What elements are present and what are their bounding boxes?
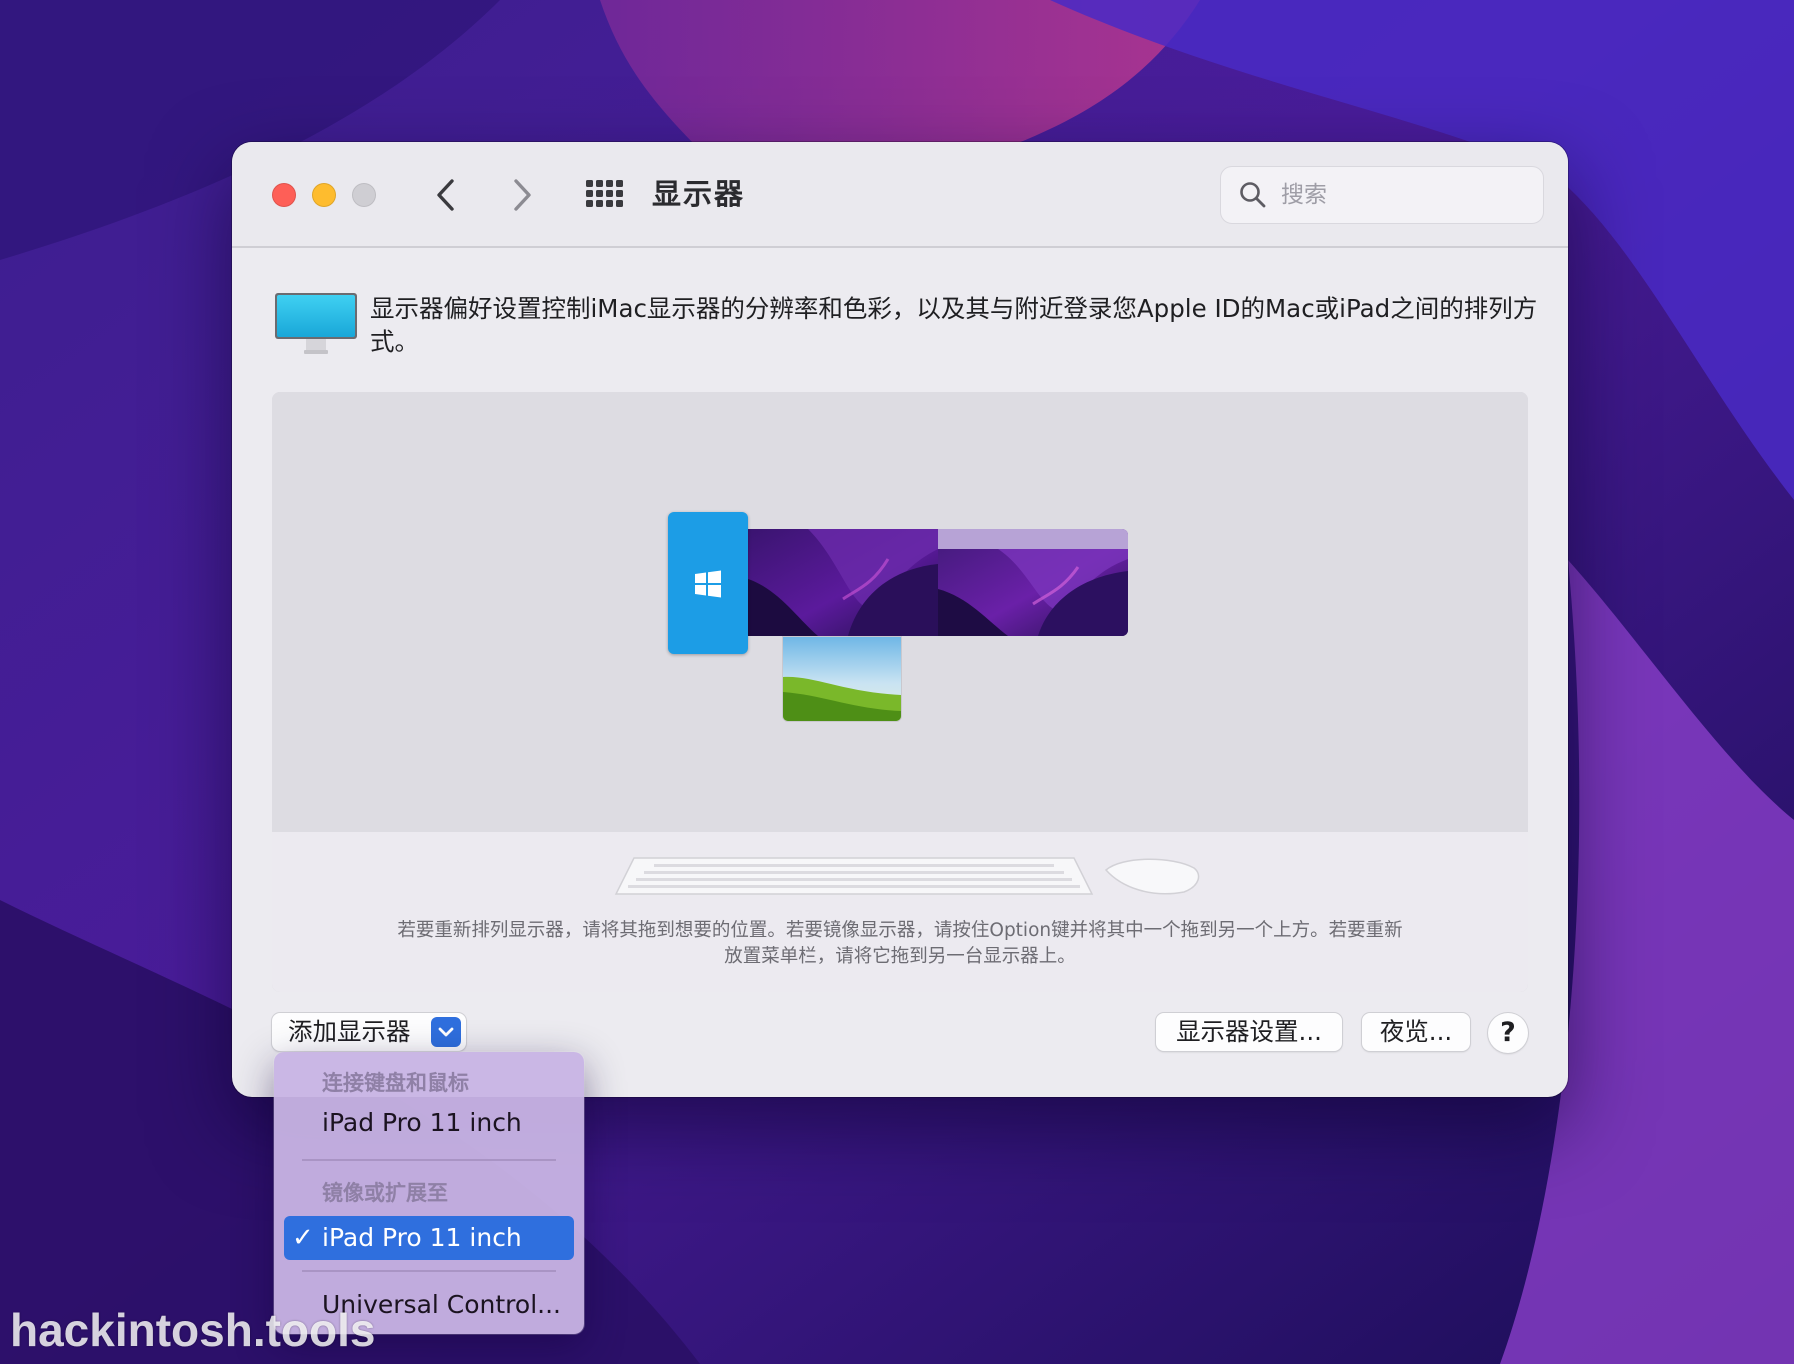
search-placeholder: 搜索 (1281, 182, 1327, 208)
show-all-grid-icon[interactable] (584, 178, 624, 210)
arrangement-hint-text: 若要重新排列显示器，请将其拖到想要的位置。若要镜像显示器，请按住Option键并… (397, 920, 1403, 967)
display-arrangement-area[interactable]: 若要重新排列显示器，请将其拖到想要的位置。若要镜像显示器，请按住Option键并… (272, 392, 1528, 992)
menu-item-label: iPad Pro 11 inch (322, 1223, 522, 1252)
forward-button[interactable] (500, 172, 544, 218)
main-display[interactable] (938, 529, 1128, 636)
zoom-button[interactable] (352, 183, 376, 207)
window-title: 显示器 (652, 177, 746, 211)
menu-section-keyboard-mouse: 连接键盘和鼠标 (322, 1071, 469, 1095)
preferences-window: 显示器 搜索 显示器偏好设置控制iMac显示器的分辨率和色彩，以及其与附近登录您… (232, 142, 1568, 1097)
arrangement-info-area: 若要重新排列显示器，请将其拖到想要的位置。若要镜像显示器，请按住Option键并… (272, 832, 1528, 992)
add-display-popup-button[interactable]: 添加显示器 (272, 1013, 466, 1051)
menu-section-mirror-extend: 镜像或扩展至 (322, 1181, 448, 1205)
display-settings-button[interactable]: 显示器设置... (1156, 1013, 1342, 1051)
close-button[interactable] (272, 183, 296, 207)
watermark-text: hackintosh.tools (10, 1304, 376, 1356)
imac-display[interactable] (748, 529, 938, 636)
back-button[interactable] (424, 172, 468, 218)
chevron-down-icon (431, 1017, 461, 1047)
menu-separator (302, 1270, 556, 1272)
night-shift-button[interactable]: 夜览... (1362, 1013, 1470, 1051)
chevron-left-icon (437, 179, 454, 211)
menu-item-ipad-link[interactable]: iPad Pro 11 inch (322, 1106, 522, 1140)
windows-display[interactable] (668, 512, 748, 654)
keyboard-icon (614, 857, 1094, 895)
imac-display-icon (275, 293, 357, 354)
search-field[interactable]: 搜索 (1220, 166, 1544, 224)
checkmark-icon: ✓ (292, 1223, 314, 1253)
chevron-right-icon (514, 179, 531, 211)
add-display-menu: 连接键盘和鼠标 iPad Pro 11 inch 镜像或扩展至 ✓ iPad P… (274, 1052, 584, 1334)
minimize-button[interactable] (312, 183, 336, 207)
title-bar: 显示器 搜索 (232, 142, 1568, 248)
add-display-label: 添加显示器 (288, 1017, 411, 1046)
menu-item-ipad-mirror[interactable]: ✓ iPad Pro 11 inch (284, 1216, 574, 1260)
description-text: 显示器偏好设置控制iMac显示器的分辨率和色彩，以及其与附近登录您Apple I… (370, 294, 1538, 356)
menu-separator (302, 1159, 556, 1161)
help-button[interactable]: ? (1488, 1013, 1528, 1053)
arrangement-stage (272, 392, 1528, 832)
mouse-icon (1104, 858, 1200, 895)
search-icon (1240, 182, 1266, 208)
windows-logo-icon (695, 570, 721, 598)
ipad-display[interactable] (782, 636, 902, 722)
